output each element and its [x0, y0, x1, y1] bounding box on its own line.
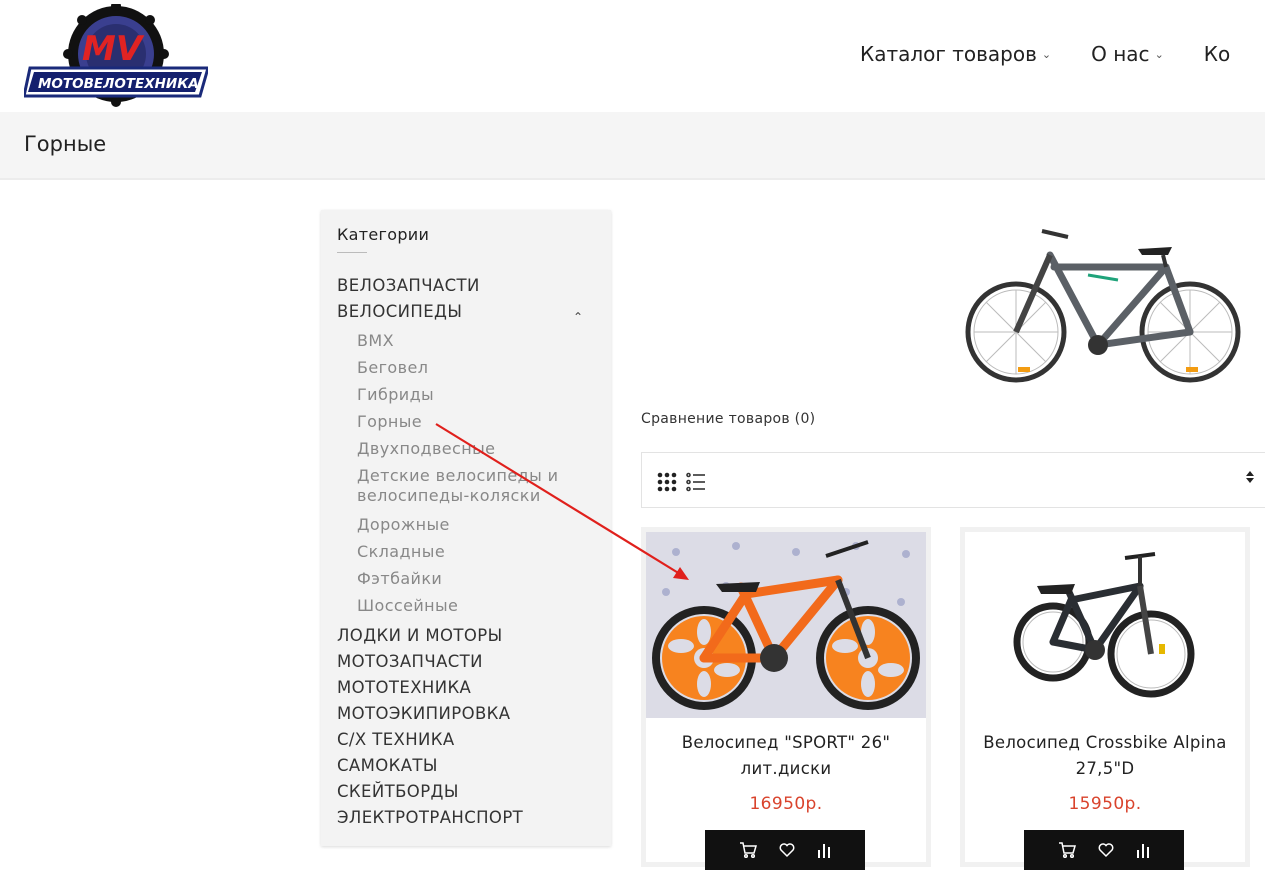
subcategory-item[interactable]: Гибриды — [357, 385, 434, 405]
cart-icon[interactable] — [739, 842, 757, 862]
nav-catalog[interactable]: Каталог товаров ⌄ — [860, 42, 1051, 66]
category-item[interactable]: ВЕЛОСИПЕДЫ — [337, 302, 462, 321]
subcategory-item[interactable]: Шоссейные — [357, 596, 458, 616]
title-underline — [337, 252, 367, 253]
subcategory-item[interactable]: Детские велосипеды и велосипеды-коляски — [357, 466, 597, 506]
chevron-down-icon: ⌄ — [1154, 47, 1164, 61]
nav-contacts[interactable]: Ко — [1204, 42, 1230, 66]
chevron-down-icon: ⌄ — [1041, 47, 1052, 61]
product-actions — [705, 830, 865, 870]
product-toolbar — [641, 452, 1265, 508]
cart-icon[interactable] — [1058, 842, 1076, 862]
product-card[interactable]: Велосипед "SPORT" 26" лит.диски 16950р. — [641, 527, 931, 870]
logo-text: МОТОВЕЛОТЕХНИКА — [38, 76, 199, 92]
subcategory-item[interactable]: Дорожные — [357, 515, 450, 535]
category-item[interactable]: ЭЛЕКТРОТРАНСПОРТ — [337, 808, 523, 827]
nav-contacts-label: Ко — [1203, 42, 1231, 66]
compare-icon[interactable] — [817, 842, 831, 862]
grid-view-icon[interactable] — [657, 472, 677, 492]
product-price: 16950р. — [749, 794, 823, 814]
subcategory-item[interactable]: Беговел — [357, 358, 428, 378]
nav-catalog-label: Каталог товаров — [860, 42, 1037, 66]
sort-icon[interactable] — [1245, 469, 1255, 489]
subcategory-item[interactable]: BMX — [357, 331, 394, 351]
nav-about[interactable]: О нас ⌄ — [1091, 42, 1164, 66]
product-card[interactable]: Велосипед Crossbike Alpina 27,5"D 15950р… — [960, 527, 1250, 870]
main-nav: Каталог товаров ⌄ О нас ⌄ Ко — [860, 42, 1265, 66]
category-sidebar: Категории ВЕЛОЗАПЧАСТИ ВЕЛОСИПЕДЫ ⌃ BMX … — [321, 210, 611, 846]
category-banner-image — [958, 215, 1248, 400]
compare-icon[interactable] — [1136, 842, 1150, 862]
sidebar-title: Категории — [337, 225, 430, 244]
category-item[interactable]: СКЕЙТБОРДЫ — [337, 782, 459, 801]
product-image[interactable] — [646, 532, 926, 718]
list-view-icon[interactable] — [686, 472, 706, 492]
site-header: MV МОТОВЕЛОТЕХНИКА Каталог товаров ⌄ О н… — [0, 0, 1265, 112]
product-price: 15950р. — [1068, 794, 1142, 814]
category-item[interactable]: МОТОЭКИПИРОВКА — [337, 704, 510, 723]
product-actions — [1024, 830, 1184, 870]
subcategory-item[interactable]: Двухподвесные — [357, 439, 495, 459]
category-item[interactable]: САМОКАТЫ — [337, 756, 438, 775]
category-item[interactable]: МОТОТЕХНИКА — [337, 678, 471, 697]
subcategory-item[interactable]: Фэтбайки — [357, 569, 442, 589]
subcategory-item-active[interactable]: Горные — [357, 412, 422, 432]
logo-letters: MV — [82, 29, 145, 69]
product-image[interactable] — [965, 532, 1245, 718]
heart-icon[interactable] — [1098, 842, 1114, 862]
heart-icon[interactable] — [779, 842, 795, 862]
category-item[interactable]: ВЕЛОЗАПЧАСТИ — [337, 276, 480, 295]
site-logo[interactable]: MV МОТОВЕЛОТЕХНИКА — [22, 1, 210, 108]
compare-products-link[interactable]: Сравнение товаров (0) — [641, 411, 815, 427]
page-title: Горные — [24, 132, 107, 156]
product-name[interactable]: Велосипед "SPORT" 26" лит.диски — [656, 730, 916, 782]
category-item[interactable]: С/Х ТЕХНИКА — [337, 730, 455, 749]
category-item[interactable]: ЛОДКИ И МОТОРЫ — [337, 626, 503, 645]
chevron-up-icon[interactable]: ⌃ — [573, 310, 583, 324]
product-name[interactable]: Велосипед Crossbike Alpina 27,5"D — [975, 730, 1235, 782]
page-title-bar: Горные — [0, 112, 1265, 180]
category-item[interactable]: МОТОЗАПЧАСТИ — [337, 652, 483, 671]
subcategory-item[interactable]: Складные — [357, 542, 445, 562]
nav-about-label: О нас — [1091, 42, 1150, 66]
